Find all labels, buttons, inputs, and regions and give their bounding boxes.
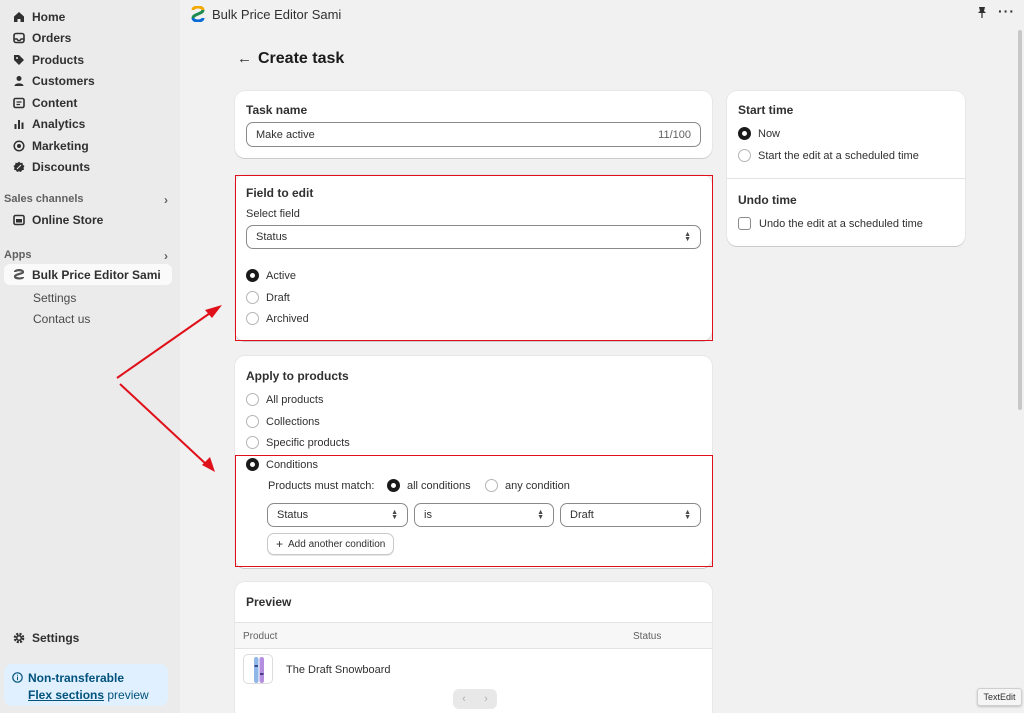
radio-label: Now (758, 127, 781, 140)
app-logo-icon (191, 5, 205, 23)
nav-online-store[interactable]: Online Store (4, 209, 172, 230)
radio-label: Start the edit at a scheduled time (758, 149, 919, 162)
more-icon[interactable]: ··· (998, 3, 1015, 19)
radio-button (246, 415, 259, 428)
banner-title: Non-transferable (28, 671, 125, 685)
preview-title: Preview (246, 595, 292, 609)
inbox-icon (12, 31, 25, 44)
col-product: Product (243, 631, 278, 642)
nav-analytics[interactable]: Analytics (4, 113, 172, 134)
sales-channels-header[interactable]: Sales channels › (4, 193, 172, 207)
radio-label: Specific products (266, 436, 350, 449)
nav-label: Products (32, 52, 85, 67)
nav-label: Marketing (32, 138, 89, 153)
flex-sections-banner: Non-transferable Flex sections preview (4, 664, 168, 706)
nav-label: Discounts (32, 159, 91, 174)
discount-icon (12, 160, 25, 173)
task-name-title: Task name (246, 103, 308, 117)
nav-discounts[interactable]: Discounts (4, 156, 172, 177)
product-thumbnail (243, 654, 273, 684)
page-scrollbar[interactable] (1018, 30, 1022, 410)
nav-label: Settings (32, 630, 80, 645)
target-icon (12, 139, 25, 152)
nav-marketing[interactable]: Marketing (4, 135, 172, 156)
nav-label: Online Store (32, 212, 104, 227)
topbar: Bulk Price Editor Sami ··· (180, 0, 1024, 28)
task-name-value: Make active (256, 128, 315, 141)
radio-button (738, 149, 751, 162)
home-icon (12, 10, 25, 23)
pin-icon[interactable] (977, 6, 987, 22)
banner-suffix: preview (104, 688, 149, 702)
nav-app-settings[interactable]: Settings (33, 291, 76, 305)
nav-content[interactable]: Content (4, 92, 172, 113)
nav-app-contact[interactable]: Contact us (33, 312, 90, 326)
radio-button (246, 393, 259, 406)
prev-page-button[interactable]: ‹ (453, 689, 475, 709)
sidebar: Home Orders Products Customers Content A… (0, 0, 180, 713)
arrow-head-lower (202, 457, 215, 472)
page-title: Create task (258, 50, 345, 67)
radio-scheduled-start[interactable]: Start the edit at a scheduled time (738, 149, 919, 162)
nav-bulk-price-editor[interactable]: Bulk Price Editor Sami (4, 264, 172, 285)
chevron-right-icon: › (164, 193, 168, 207)
radio-specific-products[interactable]: Specific products (246, 436, 350, 449)
highlight-box-conditions (235, 455, 713, 567)
checkbox (738, 217, 751, 230)
preview-table-header: Product Status (235, 622, 712, 649)
apps-header[interactable]: Apps › (4, 249, 172, 263)
bar-chart-icon (12, 117, 25, 130)
radio-button (738, 127, 751, 140)
nav-label: Bulk Price Editor Sami (32, 267, 161, 282)
content-icon (12, 96, 25, 109)
nav-home[interactable]: Home (4, 6, 172, 27)
app-logo-icon (12, 268, 25, 281)
product-name[interactable]: The Draft Snowboard (286, 664, 391, 676)
banner-link[interactable]: Flex sections (28, 688, 104, 702)
col-status: Status (633, 631, 662, 642)
apps-label: Apps (4, 249, 32, 261)
nav-products[interactable]: Products (4, 49, 172, 70)
nav-label: Customers (32, 73, 95, 88)
radio-now[interactable]: Now (738, 127, 780, 140)
nav-orders[interactable]: Orders (4, 27, 172, 48)
arrow-head-upper (205, 305, 222, 318)
checkbox-label: Undo the edit at a scheduled time (759, 217, 923, 230)
app-title: Bulk Price Editor Sami (212, 7, 342, 22)
dock-tooltip: TextEdit (977, 688, 1022, 706)
undo-time-title: Undo time (738, 193, 797, 207)
back-arrow-icon[interactable]: ← (237, 50, 252, 67)
undo-checkbox[interactable]: Undo the edit at a scheduled time (738, 217, 923, 230)
tag-icon (12, 53, 25, 66)
apply-title: Apply to products (246, 369, 349, 383)
char-count: 11/100 (658, 128, 691, 141)
radio-label: Collections (266, 415, 320, 428)
pagination: ‹ › (453, 689, 497, 709)
radio-button (246, 436, 259, 449)
nav-settings[interactable]: Settings (4, 627, 172, 648)
next-page-button[interactable]: › (475, 689, 497, 709)
nav-label: Home (32, 9, 66, 24)
radio-collections[interactable]: Collections (246, 415, 320, 428)
chevron-right-icon: › (164, 249, 168, 263)
divider (727, 178, 965, 179)
sales-channels-label: Sales channels (4, 193, 84, 205)
nav-customers[interactable]: Customers (4, 70, 172, 91)
start-time-title: Start time (738, 103, 794, 117)
radio-all-products[interactable]: All products (246, 393, 323, 406)
info-icon (12, 672, 23, 686)
task-name-input[interactable]: Make active 11/100 (246, 122, 701, 147)
highlight-box-field (235, 175, 713, 341)
radio-label: All products (266, 393, 324, 406)
store-icon (12, 213, 25, 226)
nav-label: Analytics (32, 116, 86, 131)
nav-label: Orders (32, 30, 72, 45)
person-icon (12, 74, 25, 87)
nav-label: Content (32, 95, 78, 110)
gear-icon (12, 631, 25, 644)
